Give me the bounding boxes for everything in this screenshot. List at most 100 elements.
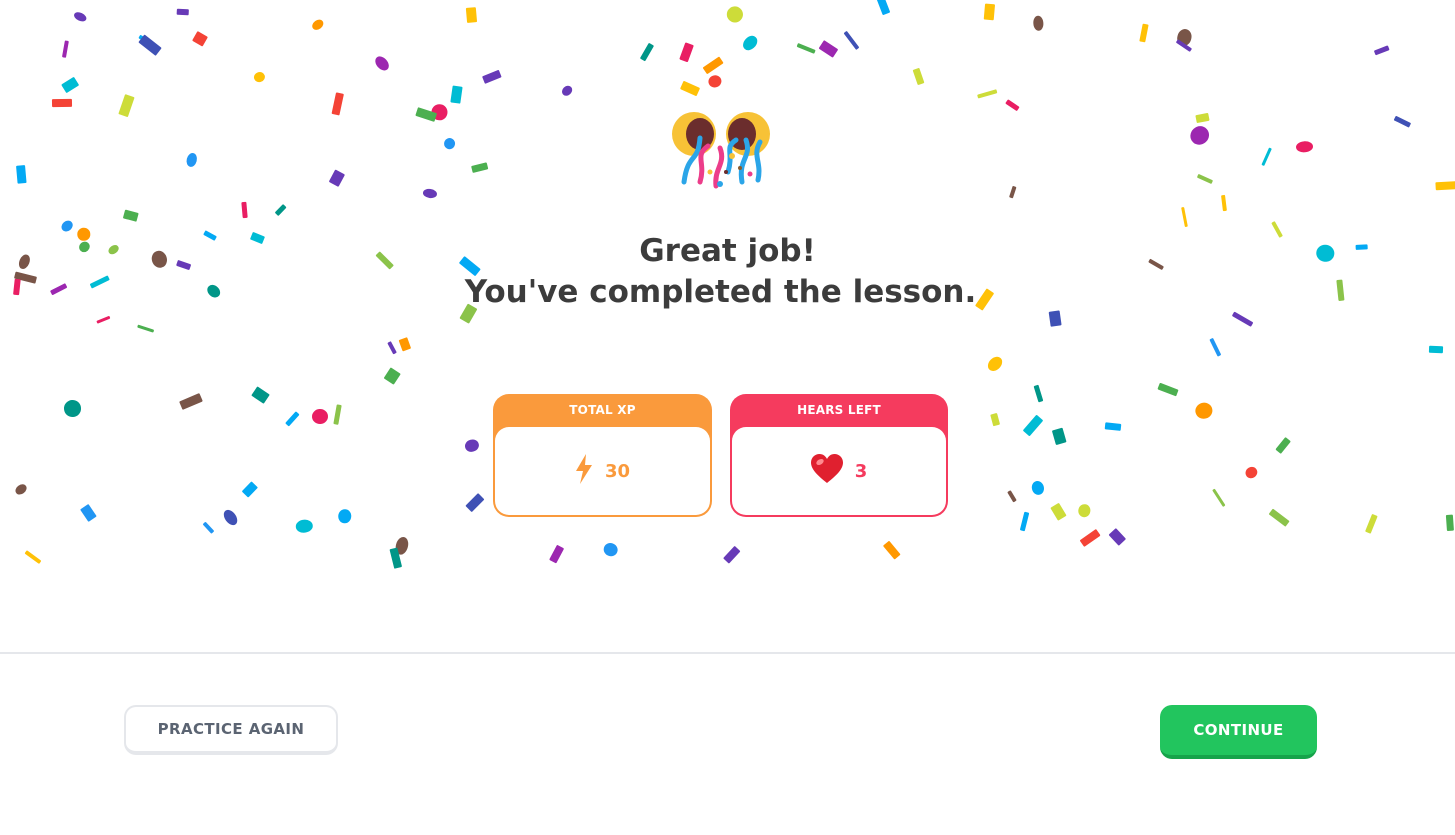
confetti-piece [639,42,654,61]
confetti-piece [1181,206,1189,227]
heart-icon [810,454,843,488]
confetti-piece [1050,502,1067,521]
confetti-piece [185,152,199,169]
confetti-piece [1195,113,1210,124]
confetti-piece [976,88,998,99]
confetti-piece [51,98,73,108]
confetti-piece [1209,337,1222,357]
confetti-piece [883,540,901,559]
confetti-piece [191,30,208,47]
confetti-piece [1242,464,1260,481]
confetti-piece [137,324,155,333]
confetti-piece [465,6,477,23]
confetti-piece [876,0,891,15]
confetti-piece [61,40,69,58]
total-xp-body: 30 [495,427,710,515]
confetti-piece [333,404,342,425]
confetti-piece [384,367,402,385]
confetti-piece [1033,14,1045,31]
confetti-piece [706,73,723,89]
confetti-piece [1004,99,1020,111]
headline-subtitle: You've completed the lesson. [464,274,977,310]
confetti-piece [80,504,97,523]
party-popper-icon [670,112,774,192]
total-xp-label: TOTAL XP [569,403,636,417]
confetti-piece [176,8,189,16]
confetti-piece [1295,140,1314,153]
confetti-piece [311,407,330,425]
confetti-piece [1052,427,1067,445]
confetti-piece [818,40,839,58]
confetti-piece [123,209,139,222]
confetti-piece [442,136,457,152]
confetti-piece [386,341,397,355]
confetti-piece [241,201,248,218]
confetti-piece [1138,23,1149,42]
practice-again-button[interactable]: PRACTICE AGAIN [124,705,338,755]
hearts-left-label: HEARS LEFT [797,403,881,417]
confetti-piece [985,353,1006,374]
confetti-piece [464,492,485,513]
confetti-layer [0,0,1455,652]
confetti-piece [548,544,564,564]
continue-button[interactable]: CONTINUE [1160,705,1317,759]
confetti-piece [723,545,741,564]
confetti-piece [796,43,815,54]
confetti-piece [1261,146,1273,166]
footer-divider [0,652,1455,654]
confetti-piece [560,83,574,98]
confetti-piece [1023,414,1044,437]
confetti-piece [241,481,258,499]
confetti-piece [679,42,694,62]
confetti-piece [13,482,29,497]
confetti-piece [601,540,620,559]
confetti-piece [1428,346,1443,354]
confetti-piece [1196,173,1213,184]
confetti-piece [1212,488,1226,508]
confetti-piece [24,549,42,564]
confetti-piece [724,3,747,26]
confetti-piece [701,55,724,75]
confetti-piece [137,34,162,56]
confetti-piece [1221,194,1228,212]
confetti-piece [252,70,267,84]
confetti-piece [983,3,995,21]
confetti-piece [1104,421,1122,431]
confetti-piece [1446,513,1455,531]
confetti-piece [1435,181,1455,191]
confetti-piece [471,162,489,173]
confetti-piece [450,85,462,104]
confetti-piece [310,17,326,32]
celebration-area: Great job! You've completed the lesson. … [0,0,1455,652]
hearts-left-body: 3 [732,427,946,515]
confetti-piece [1079,528,1101,547]
confetti-piece [1019,511,1030,532]
confetti-piece [73,10,88,24]
confetti-piece [1157,382,1179,397]
confetti-piece [251,386,270,405]
confetti-piece [1193,400,1214,421]
confetti-piece [1033,384,1044,403]
confetti-piece [295,519,314,534]
confetti-piece [989,412,1001,427]
confetti-piece [274,203,287,217]
confetti-piece [912,67,925,85]
confetti-piece [1009,185,1017,199]
confetti-piece [1268,508,1290,527]
confetti-piece [372,53,392,74]
confetti-piece [1006,489,1017,503]
confetti-piece [1365,514,1378,535]
confetti-piece [1275,437,1291,454]
confetti-piece [15,164,26,184]
confetti-piece [680,80,701,96]
confetti-piece [221,507,240,528]
confetti-piece [843,30,859,50]
confetti-piece [1187,122,1214,149]
confetti-piece [331,92,344,116]
hearts-left-card: HEARS LEFT 3 [730,394,948,517]
confetti-piece [61,76,80,93]
confetti-piece [329,169,346,188]
hearts-left-value: 3 [854,460,868,482]
confetti-piece [739,33,760,53]
confetti-piece [421,187,438,199]
